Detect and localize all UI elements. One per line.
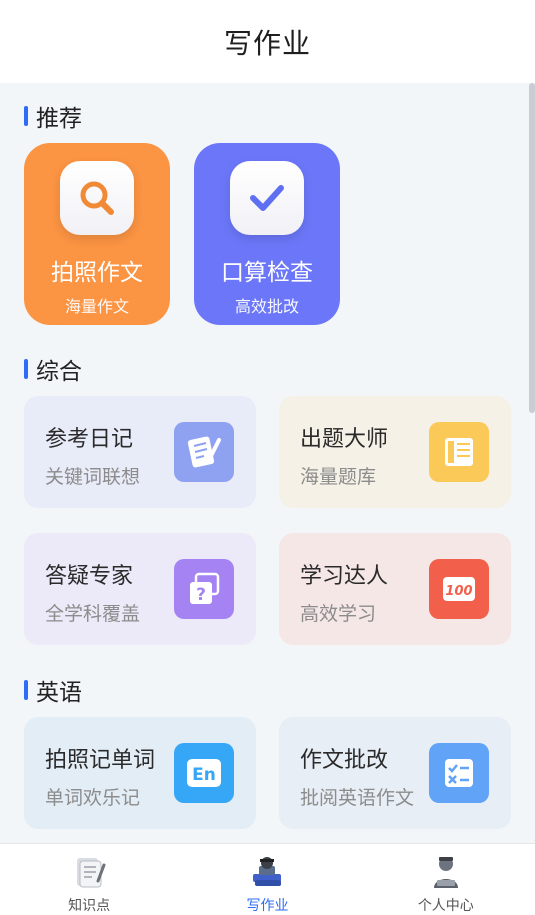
reference-diary-title: 参考日记 bbox=[45, 427, 134, 452]
bottom-tab-bar: 知识点 写作业 个人中心 bbox=[0, 843, 535, 915]
section-title-english: 英语 bbox=[24, 673, 82, 707]
section-marker bbox=[24, 359, 28, 379]
essay-correction-card[interactable]: 作文批改 批阅英语作文 bbox=[279, 717, 511, 829]
question-master-card[interactable]: 出题大师 海量题库 bbox=[279, 396, 511, 508]
section-title-recommend: 推荐 bbox=[24, 99, 82, 133]
mental-math-check-card[interactable]: 口算检查 高效批改 bbox=[194, 143, 340, 325]
question-master-sub: 海量题库 bbox=[300, 466, 377, 488]
tab-label: 个人中心 bbox=[417, 898, 474, 914]
essay-correction-sub: 批阅英语作文 bbox=[300, 787, 415, 809]
tab-profile[interactable]: 个人中心 bbox=[357, 844, 535, 915]
en-icon: En bbox=[174, 743, 234, 803]
user-icon bbox=[426, 852, 466, 891]
tab-knowledge[interactable]: 知识点 bbox=[0, 844, 178, 915]
main-content[interactable]: 推荐 拍照作文 海量作文 口算检查 高效批改 综合 参考日记 关键词联想 出题大… bbox=[0, 83, 535, 843]
tab-label: 写作业 bbox=[246, 898, 289, 914]
book-icon bbox=[429, 422, 489, 482]
photo-essay-title: 拍照作文 bbox=[51, 260, 143, 286]
section-title-text: 推荐 bbox=[36, 106, 82, 132]
qa-expert-card[interactable]: 答疑专家 全学科覆盖 ? bbox=[24, 533, 256, 645]
question-master-title: 出题大师 bbox=[300, 427, 389, 452]
books-icon bbox=[247, 852, 287, 891]
page-title: 写作业 bbox=[223, 26, 311, 60]
en-text: En bbox=[192, 765, 216, 785]
scrollbar[interactable] bbox=[529, 83, 535, 413]
tab-homework[interactable]: 写作业 bbox=[178, 844, 356, 915]
notebook-icon bbox=[69, 852, 109, 891]
section-marker bbox=[24, 106, 28, 126]
reference-diary-sub: 关键词联想 bbox=[45, 466, 141, 488]
section-title-text: 英语 bbox=[36, 680, 82, 706]
checklist-icon bbox=[429, 743, 489, 803]
section-marker bbox=[24, 680, 28, 700]
mental-math-sub: 高效批改 bbox=[234, 297, 299, 316]
score-100-text: 100 bbox=[445, 584, 472, 599]
search-icon bbox=[60, 161, 134, 235]
diary-icon bbox=[174, 422, 234, 482]
mental-math-title: 口算检查 bbox=[221, 260, 313, 286]
photo-vocab-sub: 单词欢乐记 bbox=[45, 787, 141, 809]
photo-essay-sub: 海量作文 bbox=[64, 297, 129, 316]
question-icon: ? bbox=[174, 559, 234, 619]
study-master-title: 学习达人 bbox=[300, 564, 389, 589]
section-title-text: 综合 bbox=[36, 359, 82, 385]
qa-expert-sub: 全学科覆盖 bbox=[45, 603, 141, 625]
study-master-sub: 高效学习 bbox=[300, 603, 377, 625]
app-header: 写作业 bbox=[0, 0, 535, 83]
section-title-general: 综合 bbox=[24, 352, 82, 386]
reference-diary-card[interactable]: 参考日记 关键词联想 bbox=[24, 396, 256, 508]
score-100-icon: 100 bbox=[429, 559, 489, 619]
qa-expert-title: 答疑专家 bbox=[45, 564, 134, 589]
svg-text:?: ? bbox=[196, 585, 206, 605]
check-icon bbox=[230, 161, 304, 235]
photo-essay-card[interactable]: 拍照作文 海量作文 bbox=[24, 143, 170, 325]
essay-correction-title: 作文批改 bbox=[300, 748, 389, 773]
photo-vocab-card[interactable]: 拍照记单词 单词欢乐记 En bbox=[24, 717, 256, 829]
photo-vocab-title: 拍照记单词 bbox=[45, 748, 156, 773]
study-master-card[interactable]: 学习达人 高效学习 100 bbox=[279, 533, 511, 645]
tab-label: 知识点 bbox=[68, 898, 111, 914]
